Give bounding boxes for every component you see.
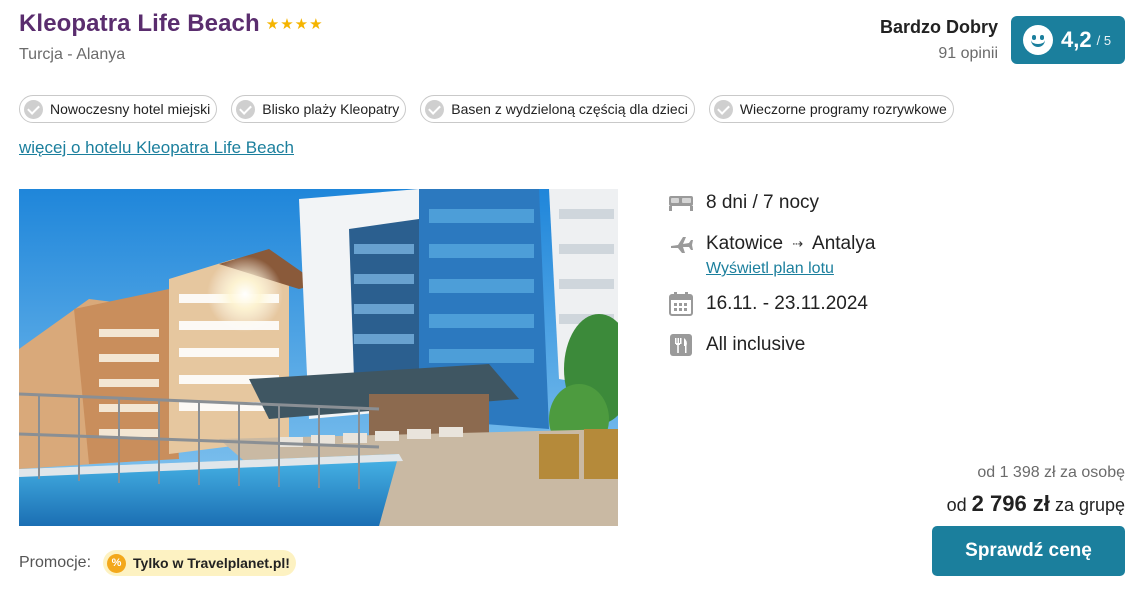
rating-badge[interactable]: 4,2 / 5 [1011,16,1125,64]
feature-tag: Blisko plaży Kleopatry [231,95,407,123]
star-rating: ★ ★ ★ ★ [266,17,323,32]
travel-dates: 16.11. - 23.11.2024 [706,293,868,314]
feature-tag: Nowoczesny hotel miejski [19,95,218,123]
promotions: Promocje: % Tylko w Travelplanet.pl! [19,550,296,576]
price-per-person: od 1 398 zł za osobę [977,464,1125,481]
rating-label: Bardzo Dobry [879,17,998,37]
check-icon [713,99,733,119]
star-icon: ★ [309,15,323,33]
promo-badge-text: Tylko w Travelplanet.pl! [133,555,290,571]
hotel-header: Kleopatra Life Beach ★ ★ ★ ★ [19,10,323,38]
star-icon: ★ [280,15,294,33]
rating-text: Bardzo Dobry 91 opinii [880,16,998,63]
cutlery-icon [668,332,694,358]
duration-row: 8 dni / 7 nocy [668,189,875,217]
smiley-icon [1023,25,1053,55]
rating-max: / 5 [1096,32,1112,48]
rating-score: 4,2 [1061,27,1092,52]
arrival-city: Antalya [812,233,876,254]
check-price-button[interactable]: Sprawdź cenę [932,526,1125,576]
route-arrow-icon: ⇢ [792,236,804,251]
check-icon [236,99,256,119]
check-icon [425,99,445,119]
flight-plan-link[interactable]: Wyświetl plan lotu [706,260,875,278]
flight-row: Katowice ⇢ Antalya [668,230,875,258]
price-group-suffix: za grupę [1054,495,1125,515]
star-icon: ★ [294,15,309,33]
check-icon [24,99,43,119]
dates-row: 16.11. - 23.11.2024 [668,290,875,318]
feature-tag-label: Blisko plaży Kleopatry [262,101,400,117]
price-group-amount: 2 796 zł [971,491,1050,516]
hotel-name[interactable]: Kleopatra Life Beach [19,10,260,38]
offer-details: 8 dni / 7 nocy Katowice ⇢ Antalya Wyświe… [668,189,875,359]
promo-label: Promocje: [19,554,92,571]
promo-badge[interactable]: % Tylko w Travelplanet.pl! [103,550,296,576]
board-type: All inclusive [706,334,806,355]
feature-tags: Nowoczesny hotel miejski Blisko plaży Kl… [19,95,954,123]
bed-icon [668,190,694,216]
duration-text: 8 dni / 7 nocy [706,192,820,213]
hotel-photo[interactable] [19,189,618,526]
feature-tag-label: Nowoczesny hotel miejski [50,101,211,117]
feature-tag: Basen z wydzieloną częścią dla dzieci [420,95,695,123]
calendar-icon [668,291,694,317]
feature-tag: Wieczorne programy rozrywkowe [708,95,954,123]
price-group: od 2 796 zł za grupę [947,491,1125,517]
percent-icon: % [107,553,127,573]
more-about-hotel-link[interactable]: więcej o hotelu Kleopatra Life Beach [19,138,294,158]
price-group-prefix: od [946,495,967,515]
hotel-location: Turcja - Alanya [19,46,126,63]
departure-city: Katowice [706,233,784,254]
plane-icon [668,231,694,257]
star-icon: ★ [265,15,280,33]
feature-tag-label: Basen z wydzieloną częścią dla dzieci [451,101,688,117]
feature-tag-label: Wieczorne programy rozrywkowe [739,101,947,117]
board-row: All inclusive [668,331,875,359]
rating-summary[interactable]: Bardzo Dobry 91 opinii 4,2 / 5 [880,16,1125,64]
review-count[interactable]: 91 opinii [880,45,998,63]
